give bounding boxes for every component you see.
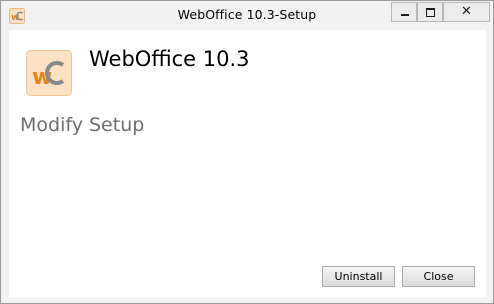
weboffice-logo-icon: w — [26, 50, 72, 96]
maximize-button[interactable] — [417, 2, 443, 22]
setup-window: w WebOffice 10.3-Setup ✕ w WebOffice 10.… — [0, 0, 494, 304]
minimize-button[interactable] — [391, 2, 417, 22]
close-window-button[interactable]: ✕ — [443, 2, 490, 22]
client-area: w WebOffice 10.3 Modify Setup Uninstall … — [9, 30, 486, 297]
product-name: WebOffice 10.3 — [89, 47, 250, 71]
maximize-icon — [426, 8, 435, 17]
page-heading: Modify Setup — [20, 114, 145, 136]
title-bar[interactable]: w WebOffice 10.3-Setup ✕ — [1, 1, 493, 30]
uninstall-button[interactable]: Uninstall — [322, 266, 395, 287]
minimize-icon — [401, 14, 409, 16]
close-icon: ✕ — [461, 4, 472, 19]
close-button[interactable]: Close — [402, 266, 475, 287]
